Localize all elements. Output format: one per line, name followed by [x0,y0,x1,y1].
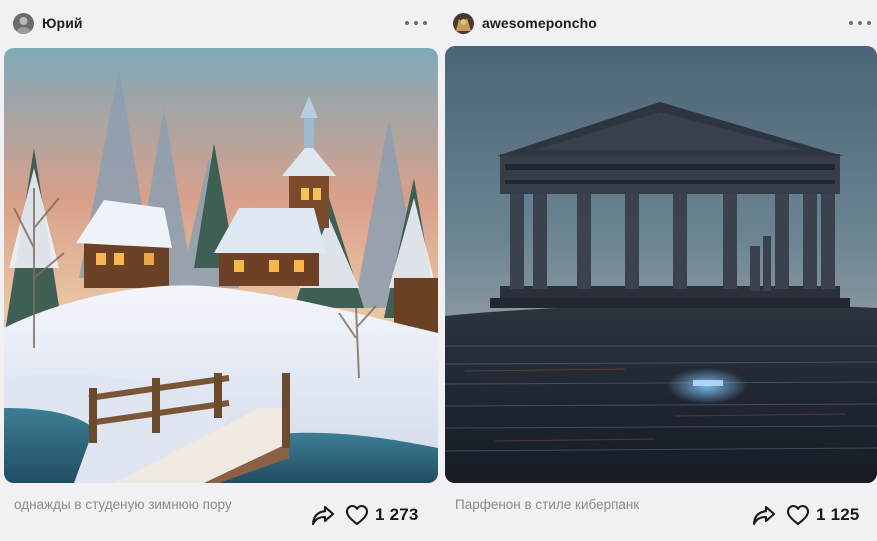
post-caption: Парфенон в стиле киберпанк [455,497,640,512]
share-button[interactable] [310,502,336,528]
author-name[interactable]: Юрий [42,15,83,31]
more-icon-dot [414,21,418,25]
more-icon-dot [405,21,409,25]
heart-icon [786,504,810,526]
cyberpunk-parthenon-painting-icon [445,46,877,483]
post-header: awesomeponcho [443,0,877,46]
share-icon [311,505,335,526]
share-icon [752,505,776,526]
like-count: 1 125 [816,505,860,524]
author-name[interactable]: awesomeponcho [482,15,597,31]
more-options-button[interactable] [849,13,871,33]
post-actions: 1 125 [751,502,860,528]
winter-village-painting-icon [4,48,438,483]
post-actions: 1 273 [310,502,419,528]
more-icon-dot [867,21,871,25]
more-icon-dot [423,21,427,25]
post-card-1: Юрий однажды в студеную зимнюю пору 1 27… [0,0,440,541]
like-count: 1 273 [375,505,419,524]
post-image[interactable] [4,48,438,483]
avatar[interactable] [453,12,474,34]
post-card-2: awesomeponcho Парфенон в стиле киберпанк… [443,0,877,541]
post-header: Юрий [0,0,440,46]
more-icon-dot [858,21,862,25]
like-button[interactable]: 1 273 [345,504,419,526]
heart-icon [345,504,369,526]
more-icon-dot [849,21,853,25]
avatar[interactable] [13,12,34,34]
more-options-button[interactable] [405,13,427,33]
like-button[interactable]: 1 125 [786,504,860,526]
share-button[interactable] [751,502,777,528]
post-image[interactable] [445,46,877,483]
post-caption: однажды в студеную зимнюю пору [14,497,232,512]
